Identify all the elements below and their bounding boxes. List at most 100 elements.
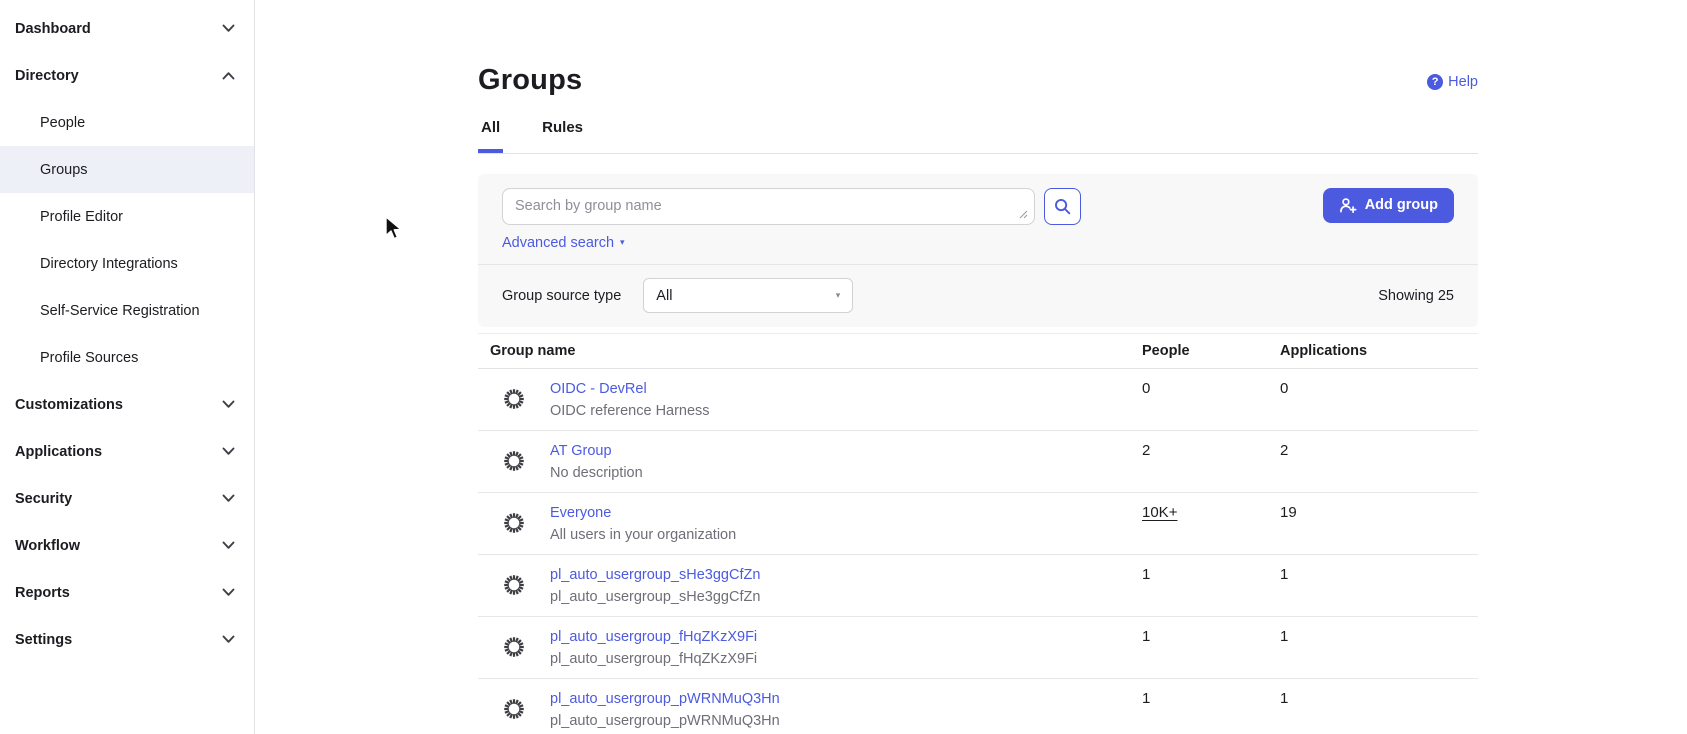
sidebar-item-customizations[interactable]: Customizations [0,381,254,428]
applications-count: 2 [1268,431,1478,492]
group-sunburst-icon [503,574,525,596]
people-count: 1 [1130,679,1268,734]
sidebar-item-label: Directory Integrations [40,256,178,272]
col-header-people: People [1130,343,1268,359]
col-header-group-name: Group name [478,343,1130,359]
table-row: pl_auto_usergroup_sHe3ggCfZn pl_auto_use… [478,555,1478,617]
group-description: No description [550,462,643,484]
filter-row: Group source type All ▾ Showing 25 [478,265,1478,327]
group-name-link[interactable]: AT Group [550,440,612,462]
group-sunburst-icon [503,450,525,472]
main-content: Groups ? Help All Rules [256,0,1687,734]
people-count-link[interactable]: 10K+ [1142,504,1177,521]
people-count: 1 [1130,555,1268,616]
chevron-down-icon [222,635,235,644]
applications-count: 19 [1268,493,1478,554]
sidebar-item-label: Groups [40,162,88,178]
sidebar-item-label: Profile Sources [40,350,138,366]
sidebar-item-people[interactable]: People [0,99,254,146]
groups-table: Group name People Applications OIDC - De… [478,333,1478,734]
table-row: pl_auto_usergroup_pWRNMuQ3Hn pl_auto_use… [478,679,1478,734]
sidebar-item-label: Dashboard [15,21,91,37]
sidebar-item-applications[interactable]: Applications [0,428,254,475]
search-button[interactable] [1044,188,1081,225]
sidebar-item-profile-sources[interactable]: Profile Sources [0,334,254,381]
showing-count: Showing 25 [1378,288,1454,304]
sidebar-item-reports[interactable]: Reports [0,569,254,616]
group-name-link[interactable]: Everyone [550,502,611,524]
sidebar-item-label: People [40,115,85,131]
group-sunburst-icon [503,512,525,534]
group-sunburst-icon [503,698,525,720]
group-sunburst-icon [503,388,525,410]
sidebar-item-settings[interactable]: Settings [0,616,254,663]
group-name-link[interactable]: OIDC - DevRel [550,378,647,400]
help-label: Help [1448,74,1478,90]
sidebar-item-label: Security [15,491,72,507]
help-link[interactable]: ? Help [1427,74,1478,90]
sidebar-item-security[interactable]: Security [0,475,254,522]
chevron-down-icon [222,541,235,550]
applications-count: 1 [1268,617,1478,678]
page-title: Groups [478,19,1478,99]
table-row: OIDC - DevRel OIDC reference Harness 0 0 [478,369,1478,431]
table-row: AT Group No description 2 2 [478,431,1478,493]
people-count: 1 [1130,617,1268,678]
group-description: pl_auto_usergroup_sHe3ggCfZn [550,586,760,608]
group-source-type-select[interactable]: All ▾ [643,278,853,313]
tab-rules[interactable]: Rules [539,119,586,153]
applications-count: 0 [1268,369,1478,430]
sidebar-item-label: Self-Service Registration [40,303,200,319]
sidebar-item-dashboard[interactable]: Dashboard [0,5,254,52]
sidebar-item-label: Profile Editor [40,209,123,225]
chevron-down-icon [222,447,235,456]
sidebar-item-label: Applications [15,444,102,460]
col-header-applications: Applications [1268,343,1478,359]
sidebar-item-self-service-registration[interactable]: Self-Service Registration [0,287,254,334]
advanced-search-label: Advanced search [502,235,614,251]
chevron-up-icon [222,71,235,80]
sidebar-item-groups[interactable]: Groups [0,146,254,193]
group-name-link[interactable]: pl_auto_usergroup_pWRNMuQ3Hn [550,688,780,710]
group-description: pl_auto_usergroup_fHqZKzX9Fi [550,648,757,670]
sidebar-item-directory-integrations[interactable]: Directory Integrations [0,240,254,287]
group-name-link[interactable]: pl_auto_usergroup_sHe3ggCfZn [550,564,760,586]
group-description: pl_auto_usergroup_pWRNMuQ3Hn [550,710,780,732]
applications-count: 1 [1268,679,1478,734]
search-filter-panel: Advanced search ▾ Add group Group source… [478,174,1478,327]
people-count: 0 [1130,369,1268,430]
sidebar-item-directory[interactable]: Directory [0,52,254,99]
advanced-search-link[interactable]: Advanced search ▾ [478,225,1478,265]
caret-down-icon: ▾ [836,291,841,300]
person-add-icon [1339,197,1357,214]
select-value: All [656,288,672,304]
sidebar-item-workflow[interactable]: Workflow [0,522,254,569]
caret-down-icon: ▾ [620,238,625,247]
table-header-row: Group name People Applications [478,334,1478,369]
sidebar-item-label: Reports [15,585,70,601]
chevron-down-icon [222,588,235,597]
chevron-down-icon [222,400,235,409]
group-name-link[interactable]: pl_auto_usergroup_fHqZKzX9Fi [550,626,757,648]
group-source-type-label: Group source type [502,288,621,304]
people-count: 2 [1130,431,1268,492]
tab-all[interactable]: All [478,119,503,153]
group-sunburst-icon [503,636,525,658]
question-circle-icon: ? [1427,74,1443,90]
sidebar-item-label: Settings [15,632,72,648]
group-description: OIDC reference Harness [550,400,710,422]
tab-bar: All Rules [478,119,1478,154]
resize-handle-icon[interactable] [1019,210,1028,219]
sidebar-item-label: Workflow [15,538,80,554]
table-row: Everyone All users in your organization … [478,493,1478,555]
sidebar-item-label: Customizations [15,397,123,413]
chevron-down-icon [222,494,235,503]
chevron-down-icon [222,24,235,33]
applications-count: 1 [1268,555,1478,616]
sidebar-item-label: Directory [15,68,79,84]
add-group-button[interactable]: Add group [1323,188,1454,223]
sidebar-item-profile-editor[interactable]: Profile Editor [0,193,254,240]
sidebar: Dashboard Directory People Groups Profil… [0,0,255,734]
search-input[interactable] [502,188,1035,225]
group-description: All users in your organization [550,524,736,546]
